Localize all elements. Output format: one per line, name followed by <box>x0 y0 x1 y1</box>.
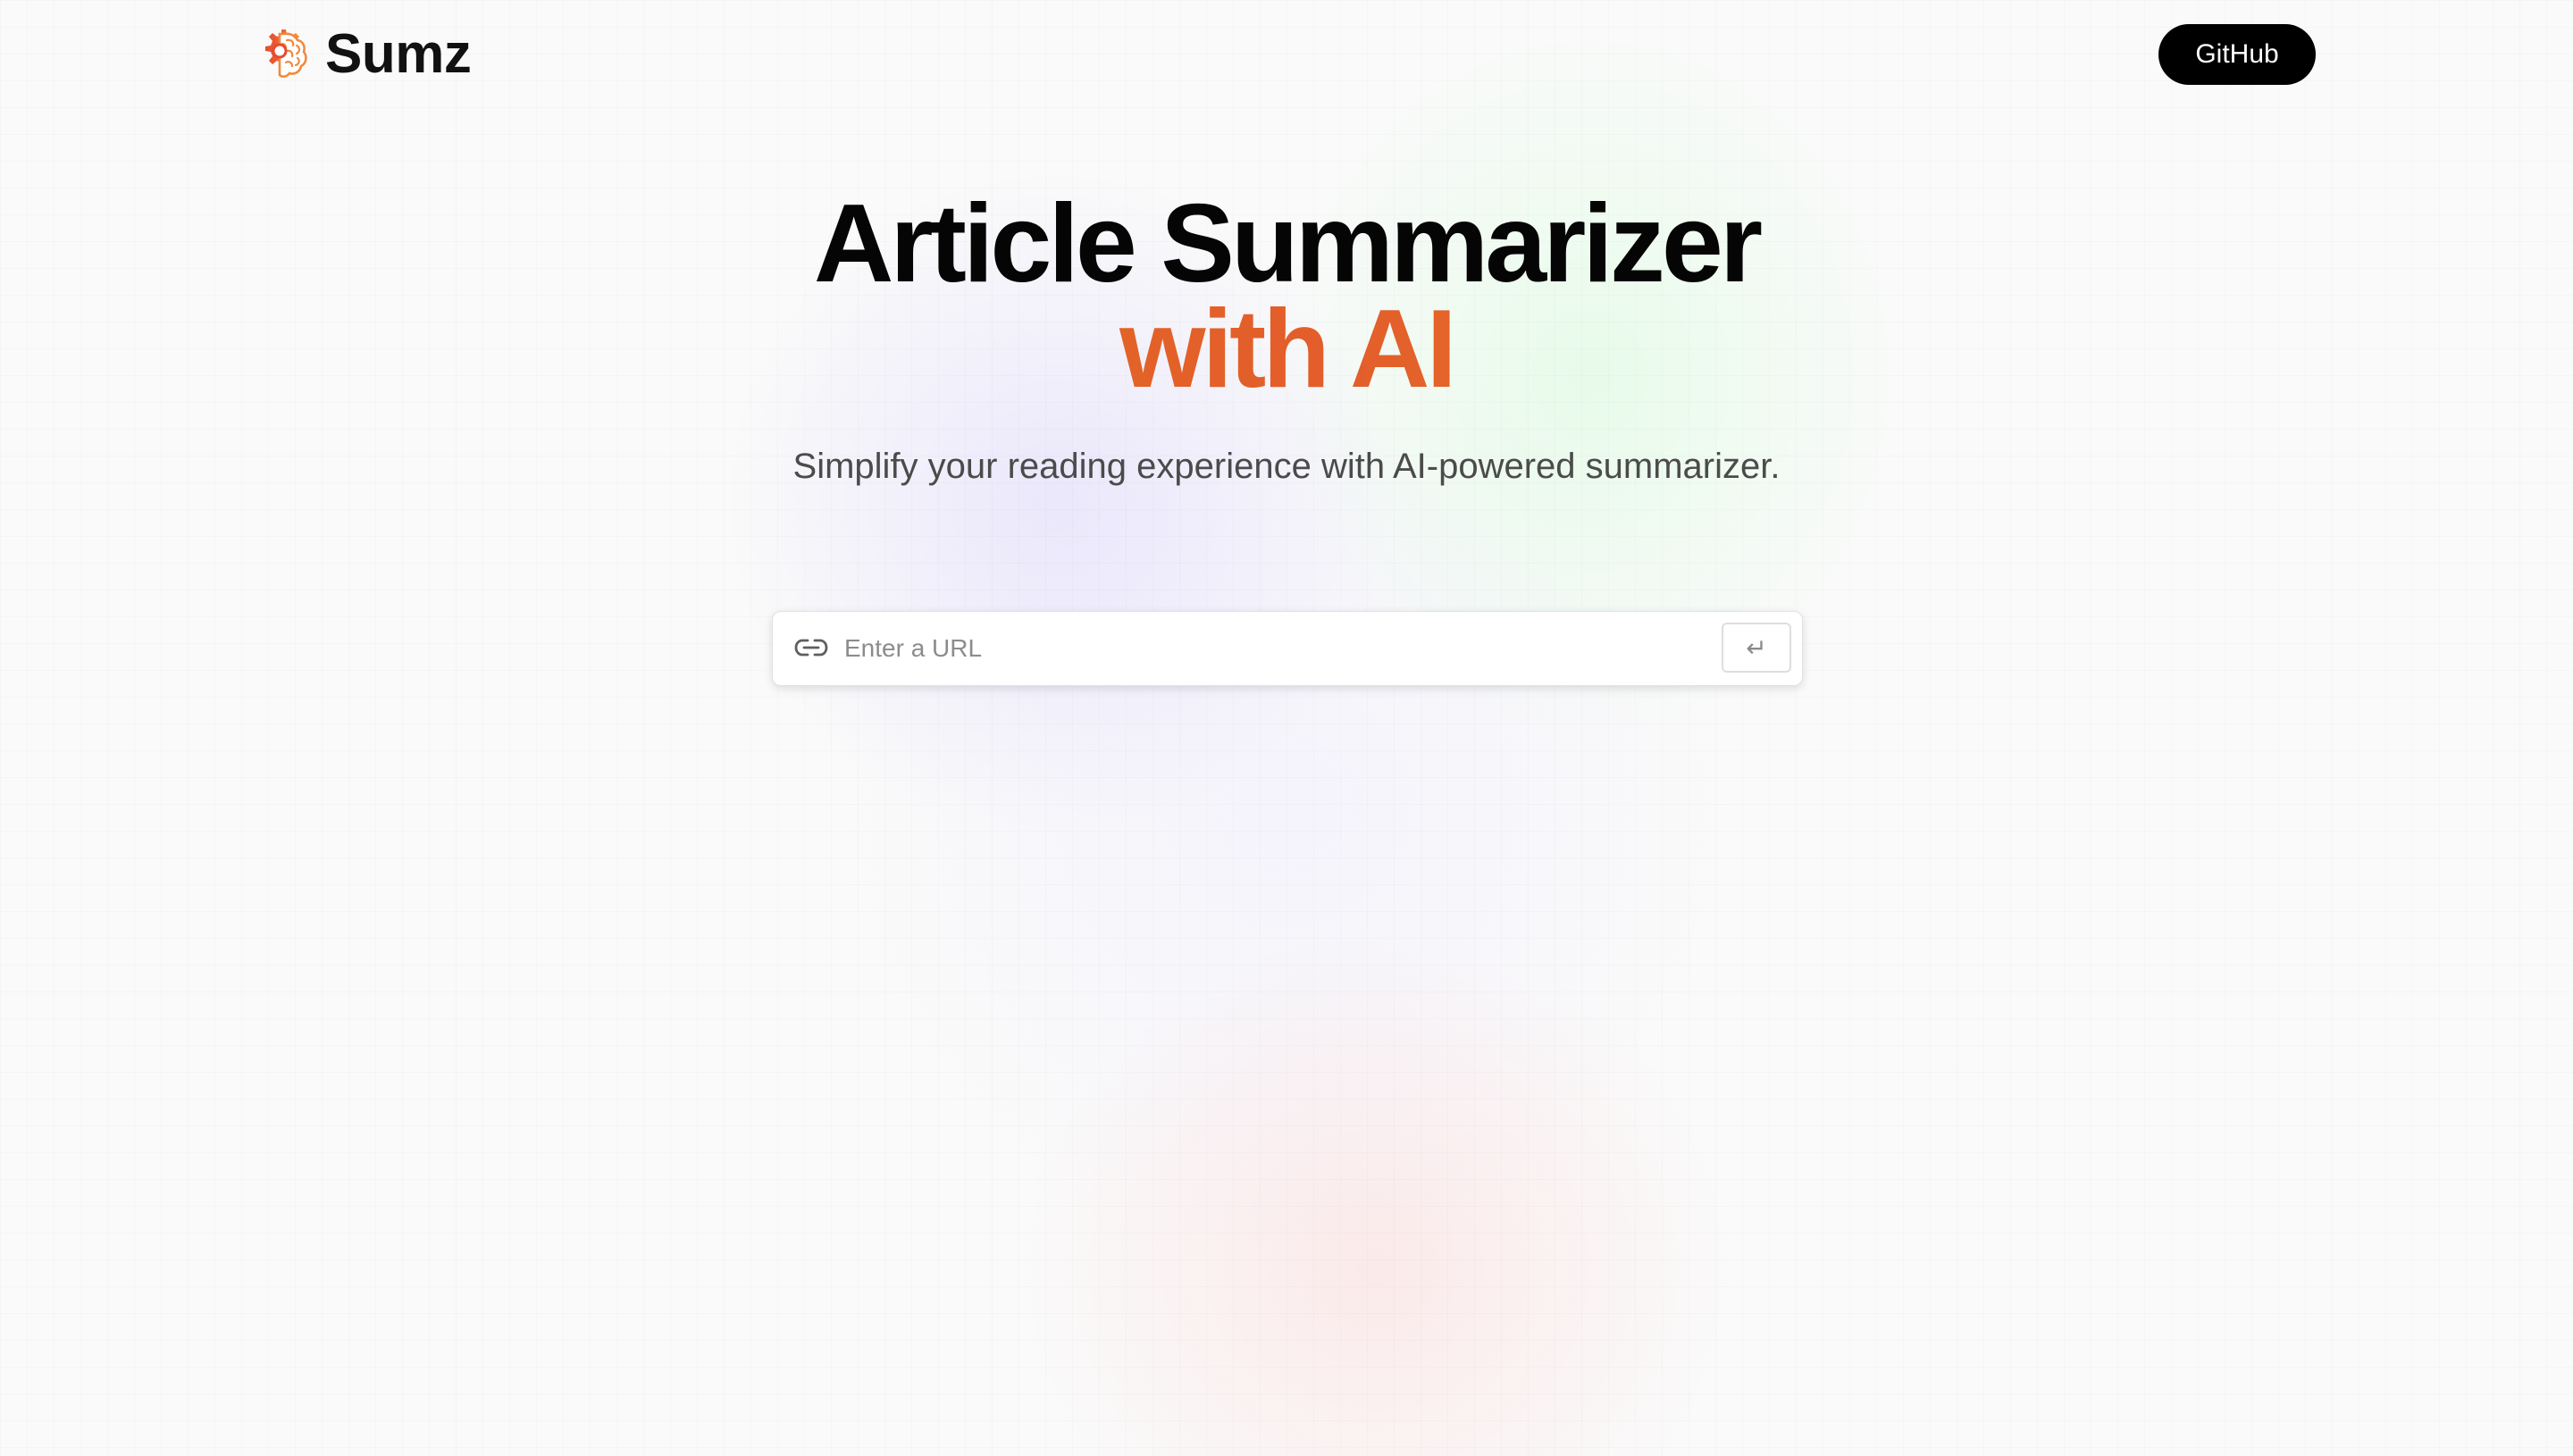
brain-gear-icon <box>265 29 307 79</box>
url-form: ↵ <box>772 611 1803 686</box>
return-icon: ↵ <box>1746 632 1767 663</box>
github-button[interactable]: GitHub <box>2158 24 2316 85</box>
url-input[interactable] <box>844 612 1720 685</box>
submit-button[interactable]: ↵ <box>1722 623 1791 673</box>
brand-logo[interactable]: Sumz <box>256 23 472 86</box>
brand-name: Sumz <box>325 23 472 85</box>
top-navbar: Sumz GitHub <box>256 23 2316 86</box>
link-icon <box>794 639 828 657</box>
page-subtitle: Simplify your reading experience with AI… <box>792 447 1781 486</box>
hero-section: Article Summarizer with AI Simplify your… <box>0 188 2573 490</box>
title-accent: with AI <box>0 294 2573 405</box>
page-title: Article Summarizer with AI <box>0 188 2573 405</box>
